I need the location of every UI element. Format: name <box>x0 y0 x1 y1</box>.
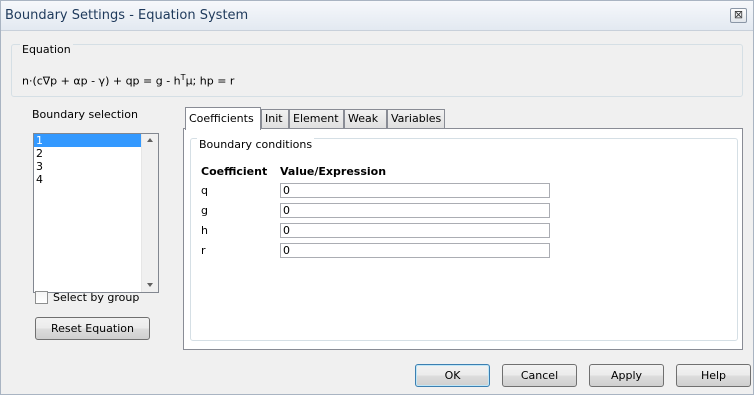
tab-element[interactable]: Element <box>289 109 344 129</box>
boundary-conditions-label: Boundary conditions <box>197 138 315 151</box>
coefficient-r-label: r <box>201 244 206 257</box>
coefficient-q-label: q <box>201 184 208 197</box>
boundary-list-item[interactable]: 3 <box>34 160 142 173</box>
boundary-list-item[interactable]: 4 <box>34 173 142 186</box>
coefficient-r-input[interactable]: 0 <box>280 243 550 258</box>
listbox-scrollbar[interactable] <box>141 134 158 292</box>
boundary-conditions-group: Boundary conditions Coefficient Value/Ex… <box>190 138 738 341</box>
equation-formula: n·(c∇p + αp - γ) + qp = g - hTμ; hp = r <box>22 73 234 88</box>
boundary-list-item[interactable]: 1 <box>34 134 142 147</box>
coefficient-column-header: Coefficient <box>201 165 268 178</box>
equation-group: Equation n·(c∇p + αp - γ) + qp = g - hTμ… <box>11 43 743 97</box>
scroll-up-arrow-icon[interactable] <box>147 138 153 142</box>
value-column-header: Value/Expression <box>280 165 387 178</box>
coefficient-q-input[interactable]: 0 <box>280 183 550 198</box>
close-icon[interactable]: ⊠ <box>730 8 747 23</box>
title-bar[interactable]: Boundary Settings - Equation System ⊠ <box>1 1 753 31</box>
boundary-selection-label: Boundary selection <box>30 108 140 121</box>
settings-tabs: Coefficients Init Element Weak Variables… <box>183 107 743 350</box>
boundary-selection-group: Boundary selection 1 2 3 4 Select by gro… <box>20 108 162 342</box>
tab-coefficients[interactable]: Coefficients <box>185 107 261 130</box>
boundary-settings-dialog: Boundary Settings - Equation System ⊠ Eq… <box>0 0 754 395</box>
coefficient-h-label: h <box>201 224 208 237</box>
ok-button[interactable]: OK <box>415 364 490 387</box>
equation-formula-part1: n·(c∇p + αp - γ) + qp = g - h <box>22 74 181 88</box>
reset-equation-button[interactable]: Reset Equation <box>35 317 150 340</box>
tab-weak[interactable]: Weak <box>344 109 387 129</box>
select-by-group-checkbox[interactable] <box>35 291 48 304</box>
equation-formula-part2: μ; hp = r <box>185 74 235 88</box>
cancel-button[interactable]: Cancel <box>502 364 577 387</box>
select-by-group-label[interactable]: Select by group <box>53 291 139 304</box>
window-title: Boundary Settings - Equation System <box>5 8 249 23</box>
coefficient-h-input[interactable]: 0 <box>280 223 550 238</box>
tab-variables[interactable]: Variables <box>387 109 445 129</box>
apply-button[interactable]: Apply <box>589 364 664 387</box>
coefficient-g-input[interactable]: 0 <box>280 203 550 218</box>
scroll-down-arrow-icon[interactable] <box>147 283 153 287</box>
boundary-list-item[interactable]: 2 <box>34 147 142 160</box>
boundary-listbox[interactable]: 1 2 3 4 <box>33 133 159 293</box>
coefficients-panel: Boundary conditions Coefficient Value/Ex… <box>183 128 743 350</box>
equation-label: Equation <box>20 43 73 56</box>
coefficient-g-label: g <box>201 204 208 217</box>
tab-init[interactable]: Init <box>261 109 289 129</box>
help-button[interactable]: Help <box>676 364 751 387</box>
